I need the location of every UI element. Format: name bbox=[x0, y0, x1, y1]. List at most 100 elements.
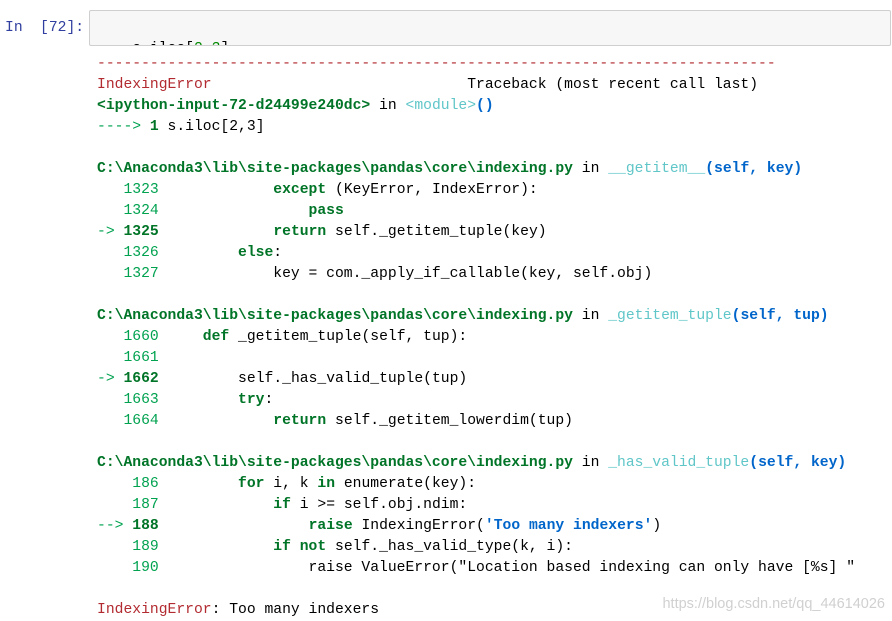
keyword: return bbox=[273, 224, 327, 240]
line-number: 1660 bbox=[97, 329, 159, 345]
keyword: if not bbox=[273, 539, 327, 555]
function-args: () bbox=[476, 98, 494, 114]
separator: ----------------------------------------… bbox=[97, 56, 776, 72]
function-name: <module> bbox=[405, 98, 477, 114]
function-args: (self, key) bbox=[749, 455, 847, 471]
input-prompt: In [72]: bbox=[5, 20, 85, 36]
code-text: IndexingError( bbox=[352, 518, 485, 534]
file-path: C:\Anaconda3\lib\site-packages\pandas\co… bbox=[97, 161, 573, 177]
current-line-number: 188 bbox=[132, 518, 159, 534]
current-line-number: 1 bbox=[149, 119, 159, 135]
code-text: enumerate(key): bbox=[335, 476, 477, 492]
traceback-line: ----------------------------------------… bbox=[97, 54, 892, 75]
keyword: raise bbox=[308, 518, 353, 534]
line-number: 1324 bbox=[97, 203, 159, 219]
code-text: self._has_valid_type(k, i): bbox=[326, 539, 573, 555]
code-input[interactable]: s.iloc[2,3] bbox=[89, 10, 891, 46]
arrow-marker: ----> bbox=[97, 119, 142, 135]
traceback-line: 190 raise ValueError("Location based ind… bbox=[97, 558, 892, 579]
traceback-output: ----------------------------------------… bbox=[97, 54, 892, 621]
line-number: 186 bbox=[97, 476, 159, 492]
file-path: C:\Anaconda3\lib\site-packages\pandas\co… bbox=[97, 455, 573, 471]
traceback-line: 1324 pass bbox=[97, 201, 892, 222]
line-number: 1661 bbox=[97, 350, 159, 366]
traceback-line: --> 188 raise IndexingError('Too many in… bbox=[97, 516, 892, 537]
traceback-line: 189 if not self._has_valid_type(k, i): bbox=[97, 537, 892, 558]
function-name: _has_valid_tuple bbox=[608, 455, 750, 471]
traceback-line: 187 if i >= self.obj.ndim: bbox=[97, 495, 892, 516]
traceback-line: -> 1325 return self._getitem_tuple(key) bbox=[97, 222, 892, 243]
arrow-marker: --> bbox=[97, 518, 124, 534]
line-number: 190 bbox=[97, 560, 159, 576]
line-number: 1664 bbox=[97, 413, 159, 429]
traceback-line: 1664 return self._getitem_lowerdim(tup) bbox=[97, 411, 892, 432]
code-text: i >= self.obj.ndim: bbox=[290, 497, 468, 513]
code-text: , bbox=[203, 41, 212, 45]
code-text: self._getitem_tuple(key) bbox=[326, 224, 547, 240]
traceback-line: C:\Anaconda3\lib\site-packages\pandas\co… bbox=[97, 306, 892, 327]
function-args: (self, tup) bbox=[731, 308, 829, 324]
line-number: 1323 bbox=[97, 182, 159, 198]
traceback-line: 1660 def _getitem_tuple(self, tup): bbox=[97, 327, 892, 348]
keyword: else bbox=[238, 245, 274, 261]
keyword: in bbox=[317, 476, 336, 492]
traceback-line: 1661 bbox=[97, 348, 892, 369]
keyword: for bbox=[238, 476, 265, 492]
traceback-line: IndexingError Traceback (most recent cal… bbox=[97, 75, 892, 96]
keyword: try bbox=[238, 392, 265, 408]
function-name: __getitem__ bbox=[608, 161, 706, 177]
file-path: <ipython-input-72-d24499e240dc> bbox=[97, 98, 371, 114]
keyword: return bbox=[273, 413, 327, 429]
line-number: 1326 bbox=[97, 245, 159, 261]
traceback-line: -> 1662 self._has_valid_tuple(tup) bbox=[97, 369, 892, 390]
code-text: in bbox=[572, 161, 609, 177]
watermark-text: https://blog.csdn.net/qq_44614026 bbox=[662, 596, 885, 612]
keyword: except bbox=[273, 182, 327, 198]
code-text: self._has_valid_tuple(tup) bbox=[158, 371, 468, 387]
error-name: IndexingError bbox=[97, 602, 212, 618]
traceback-line: C:\Anaconda3\lib\site-packages\pandas\co… bbox=[97, 159, 892, 180]
code-text: _getitem_tuple(self, tup): bbox=[229, 329, 468, 345]
code-text: Traceback (most recent call last) bbox=[467, 77, 759, 93]
keyword: if bbox=[273, 497, 291, 513]
traceback-line: 1323 except (KeyError, IndexError): bbox=[97, 180, 892, 201]
line-number: 189 bbox=[97, 539, 159, 555]
code-text: self._getitem_lowerdim(tup) bbox=[326, 413, 573, 429]
code-text: : bbox=[273, 245, 283, 261]
arrow-marker: -> bbox=[97, 371, 115, 387]
traceback-line: 1663 try: bbox=[97, 390, 892, 411]
number-literal: 2 bbox=[194, 41, 203, 45]
traceback-line: C:\Anaconda3\lib\site-packages\pandas\co… bbox=[97, 453, 892, 474]
file-path: C:\Anaconda3\lib\site-packages\pandas\co… bbox=[97, 308, 573, 324]
code-text: in bbox=[572, 455, 609, 471]
current-line-number: 1662 bbox=[123, 371, 159, 387]
code-input-text: s.iloc[2,3] bbox=[132, 41, 229, 45]
line-number: 1663 bbox=[97, 392, 159, 408]
code-text: s.iloc[ bbox=[132, 41, 194, 45]
line-number: 1327 bbox=[97, 266, 159, 282]
current-line-number: 1325 bbox=[123, 224, 159, 240]
code-text: ] bbox=[220, 41, 229, 45]
code-text: : Too many indexers bbox=[211, 602, 380, 618]
code-text: i, k bbox=[264, 476, 318, 492]
line-number: 187 bbox=[97, 497, 159, 513]
function-name: _getitem_tuple bbox=[608, 308, 732, 324]
traceback-line: 1326 else: bbox=[97, 243, 892, 264]
code-text: : bbox=[264, 392, 274, 408]
code-text: s.iloc[2,3] bbox=[158, 119, 265, 135]
code-text: (KeyError, IndexError): bbox=[326, 182, 538, 198]
